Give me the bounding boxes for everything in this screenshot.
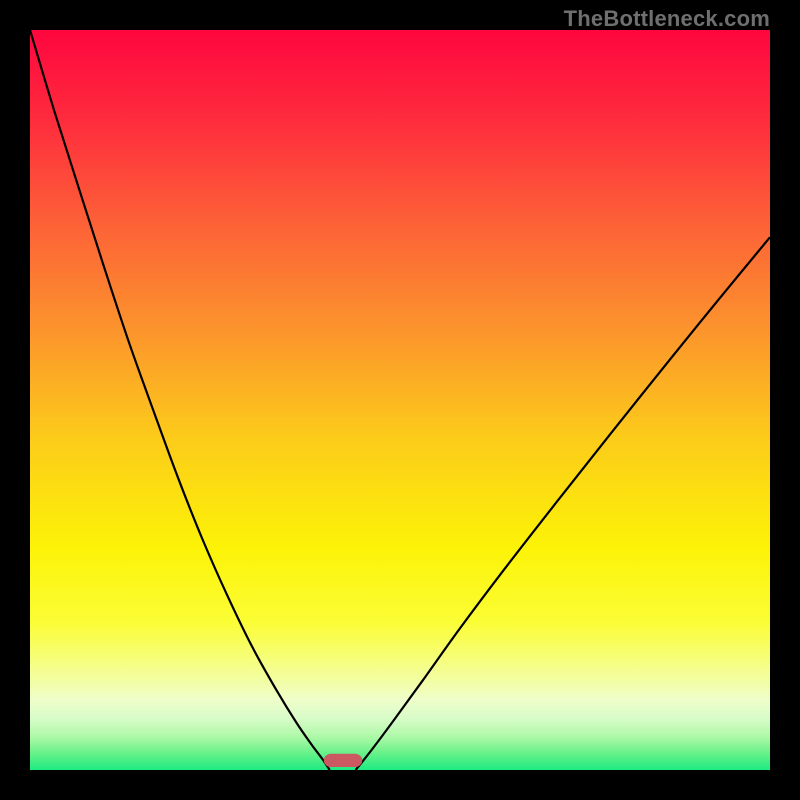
bottleneck-chart bbox=[30, 30, 770, 770]
gradient-background bbox=[30, 30, 770, 770]
watermark-text: TheBottleneck.com bbox=[564, 6, 770, 32]
chart-frame: TheBottleneck.com bbox=[0, 0, 800, 800]
vertex-marker bbox=[324, 754, 362, 767]
plot-area bbox=[30, 30, 770, 770]
